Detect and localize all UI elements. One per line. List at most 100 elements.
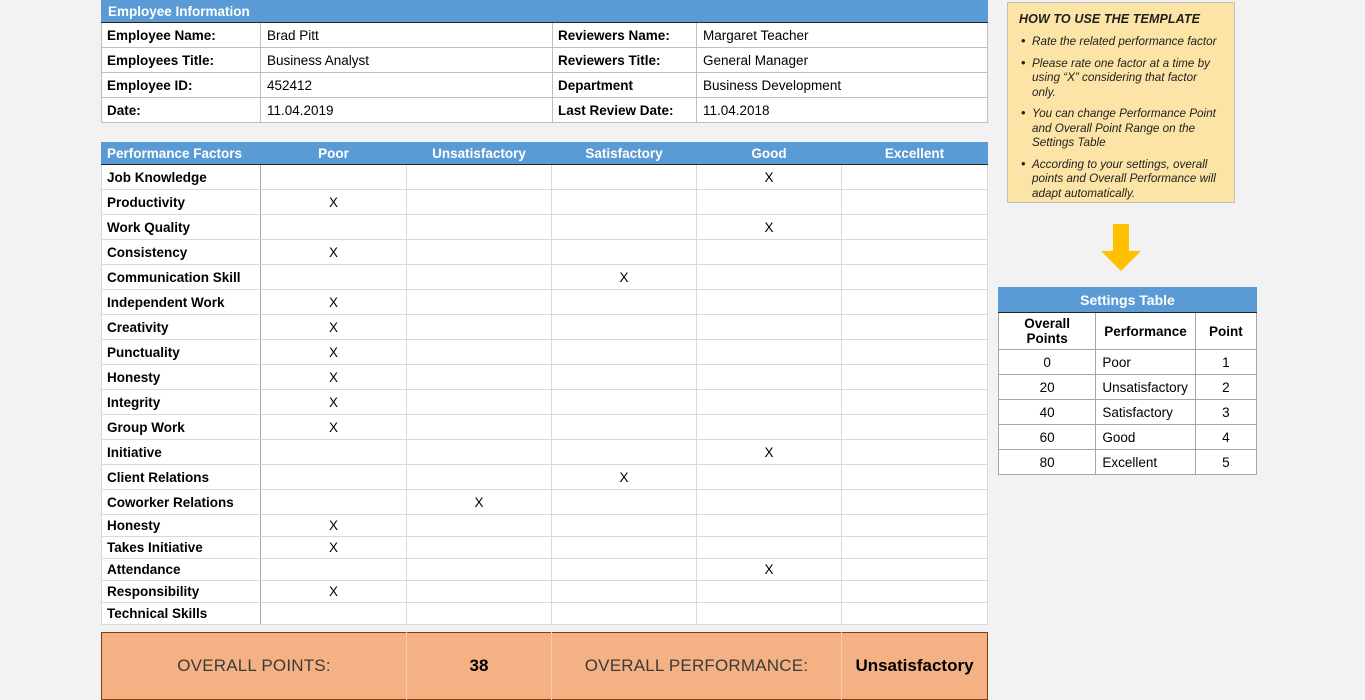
rating-mark-satisfactory[interactable]: X bbox=[551, 264, 697, 290]
rating-cell-good[interactable] bbox=[696, 602, 842, 625]
rating-mark-poor[interactable]: X bbox=[260, 514, 407, 537]
rating-cell-excellent[interactable] bbox=[841, 239, 988, 265]
rating-cell-unsatisfactory[interactable] bbox=[406, 289, 552, 315]
settings-performance-label[interactable]: Unsatisfactory bbox=[1095, 374, 1196, 400]
rating-cell-excellent[interactable] bbox=[841, 339, 988, 365]
employee-field-value[interactable]: Brad Pitt bbox=[260, 22, 553, 48]
employee-field-value[interactable]: Business Analyst bbox=[260, 47, 553, 73]
settings-overall-points[interactable]: 80 bbox=[997, 449, 1097, 475]
rating-cell-excellent[interactable] bbox=[841, 264, 988, 290]
rating-cell-excellent[interactable] bbox=[841, 514, 988, 537]
rating-mark-poor[interactable]: X bbox=[260, 414, 407, 440]
settings-point-value[interactable]: 1 bbox=[1194, 349, 1258, 375]
rating-cell-unsatisfactory[interactable] bbox=[406, 339, 552, 365]
rating-cell-good[interactable] bbox=[696, 339, 842, 365]
reviewer-field-value[interactable]: Business Development bbox=[695, 72, 989, 98]
rating-cell-good[interactable] bbox=[696, 189, 842, 215]
rating-mark-unsatisfactory[interactable]: X bbox=[406, 489, 552, 515]
rating-cell-good[interactable] bbox=[696, 414, 842, 440]
rating-mark-poor[interactable]: X bbox=[260, 239, 407, 265]
rating-cell-good[interactable] bbox=[696, 264, 842, 290]
rating-cell-satisfactory[interactable] bbox=[551, 536, 697, 559]
rating-cell-excellent[interactable] bbox=[841, 558, 988, 581]
rating-mark-satisfactory[interactable]: X bbox=[551, 464, 697, 490]
rating-cell-good[interactable] bbox=[696, 536, 842, 559]
rating-cell-satisfactory[interactable] bbox=[551, 239, 697, 265]
rating-cell-poor[interactable] bbox=[260, 464, 407, 490]
settings-overall-points[interactable]: 40 bbox=[997, 399, 1097, 425]
settings-point-value[interactable]: 2 bbox=[1194, 374, 1258, 400]
settings-point-value[interactable]: 5 bbox=[1194, 449, 1258, 475]
rating-cell-poor[interactable] bbox=[260, 602, 407, 625]
rating-cell-excellent[interactable] bbox=[841, 602, 988, 625]
rating-mark-good[interactable]: X bbox=[696, 214, 842, 240]
rating-mark-poor[interactable]: X bbox=[260, 364, 407, 390]
rating-cell-excellent[interactable] bbox=[841, 189, 988, 215]
rating-cell-good[interactable] bbox=[696, 289, 842, 315]
settings-point-value[interactable]: 3 bbox=[1194, 399, 1258, 425]
rating-cell-excellent[interactable] bbox=[841, 214, 988, 240]
rating-cell-unsatisfactory[interactable] bbox=[406, 389, 552, 415]
rating-cell-excellent[interactable] bbox=[841, 414, 988, 440]
rating-cell-excellent[interactable] bbox=[841, 489, 988, 515]
rating-cell-satisfactory[interactable] bbox=[551, 189, 697, 215]
rating-cell-good[interactable] bbox=[696, 239, 842, 265]
rating-cell-excellent[interactable] bbox=[841, 164, 988, 190]
employee-field-value[interactable]: 452412 bbox=[260, 72, 553, 98]
rating-cell-unsatisfactory[interactable] bbox=[406, 164, 552, 190]
rating-mark-good[interactable]: X bbox=[696, 439, 842, 465]
rating-cell-good[interactable] bbox=[696, 464, 842, 490]
rating-cell-good[interactable] bbox=[696, 514, 842, 537]
rating-cell-satisfactory[interactable] bbox=[551, 580, 697, 603]
settings-performance-label[interactable]: Poor bbox=[1095, 349, 1196, 375]
rating-cell-satisfactory[interactable] bbox=[551, 558, 697, 581]
rating-cell-unsatisfactory[interactable] bbox=[406, 264, 552, 290]
rating-cell-satisfactory[interactable] bbox=[551, 414, 697, 440]
rating-mark-poor[interactable]: X bbox=[260, 580, 407, 603]
rating-cell-satisfactory[interactable] bbox=[551, 289, 697, 315]
rating-cell-poor[interactable] bbox=[260, 214, 407, 240]
rating-mark-poor[interactable]: X bbox=[260, 389, 407, 415]
rating-cell-unsatisfactory[interactable] bbox=[406, 439, 552, 465]
rating-cell-unsatisfactory[interactable] bbox=[406, 580, 552, 603]
rating-cell-excellent[interactable] bbox=[841, 389, 988, 415]
settings-performance-label[interactable]: Good bbox=[1095, 424, 1196, 450]
rating-cell-unsatisfactory[interactable] bbox=[406, 414, 552, 440]
rating-cell-satisfactory[interactable] bbox=[551, 164, 697, 190]
rating-cell-poor[interactable] bbox=[260, 489, 407, 515]
rating-mark-good[interactable]: X bbox=[696, 164, 842, 190]
rating-mark-poor[interactable]: X bbox=[260, 289, 407, 315]
rating-cell-satisfactory[interactable] bbox=[551, 602, 697, 625]
rating-cell-unsatisfactory[interactable] bbox=[406, 558, 552, 581]
employee-field-value[interactable]: 11.04.2019 bbox=[260, 97, 553, 123]
settings-overall-points[interactable]: 20 bbox=[997, 374, 1097, 400]
rating-cell-satisfactory[interactable] bbox=[551, 514, 697, 537]
settings-overall-points[interactable]: 0 bbox=[997, 349, 1097, 375]
rating-cell-satisfactory[interactable] bbox=[551, 489, 697, 515]
rating-cell-satisfactory[interactable] bbox=[551, 339, 697, 365]
rating-cell-excellent[interactable] bbox=[841, 439, 988, 465]
rating-cell-excellent[interactable] bbox=[841, 464, 988, 490]
rating-cell-unsatisfactory[interactable] bbox=[406, 536, 552, 559]
rating-cell-satisfactory[interactable] bbox=[551, 214, 697, 240]
rating-cell-satisfactory[interactable] bbox=[551, 439, 697, 465]
reviewer-field-value[interactable]: Margaret Teacher bbox=[695, 22, 989, 48]
rating-cell-good[interactable] bbox=[696, 580, 842, 603]
reviewer-field-value[interactable]: 11.04.2018 bbox=[695, 97, 989, 123]
rating-cell-good[interactable] bbox=[696, 314, 842, 340]
rating-mark-poor[interactable]: X bbox=[260, 339, 407, 365]
rating-mark-poor[interactable]: X bbox=[260, 314, 407, 340]
rating-cell-satisfactory[interactable] bbox=[551, 389, 697, 415]
rating-cell-satisfactory[interactable] bbox=[551, 364, 697, 390]
rating-cell-unsatisfactory[interactable] bbox=[406, 189, 552, 215]
rating-cell-excellent[interactable] bbox=[841, 364, 988, 390]
rating-cell-unsatisfactory[interactable] bbox=[406, 314, 552, 340]
rating-cell-poor[interactable] bbox=[260, 164, 407, 190]
rating-mark-poor[interactable]: X bbox=[260, 536, 407, 559]
rating-cell-unsatisfactory[interactable] bbox=[406, 214, 552, 240]
rating-cell-satisfactory[interactable] bbox=[551, 314, 697, 340]
rating-cell-unsatisfactory[interactable] bbox=[406, 364, 552, 390]
rating-cell-poor[interactable] bbox=[260, 439, 407, 465]
settings-overall-points[interactable]: 60 bbox=[997, 424, 1097, 450]
rating-cell-excellent[interactable] bbox=[841, 314, 988, 340]
